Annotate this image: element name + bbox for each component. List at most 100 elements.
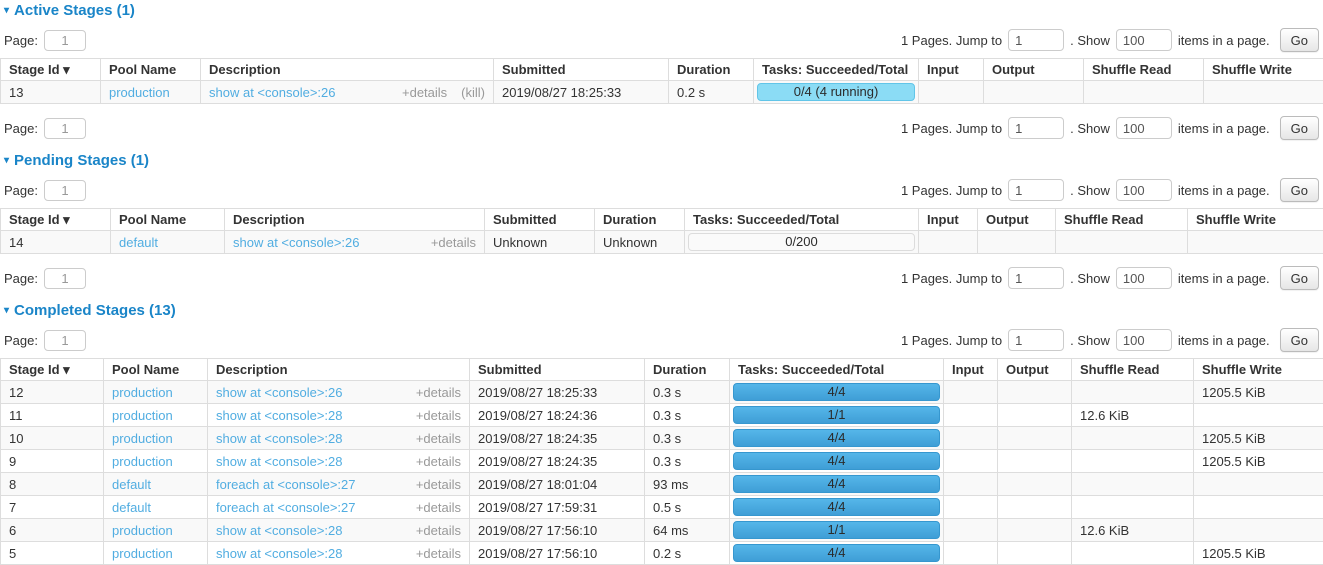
stage-description-link[interactable]: foreach at <console>:27 <box>216 476 356 493</box>
details-toggle[interactable]: +details <box>406 476 461 493</box>
show-items-input[interactable] <box>1116 329 1172 351</box>
jump-to-page-input[interactable] <box>1008 179 1064 201</box>
details-toggle[interactable]: +details <box>406 499 461 516</box>
column-header-pool-name[interactable]: Pool Name <box>101 59 201 81</box>
column-header-tasks-succeeded-total[interactable]: Tasks: Succeeded/Total <box>685 209 919 231</box>
submitted-cell: 2019/08/27 18:01:04 <box>470 473 645 496</box>
submitted-cell: 2019/08/27 18:24:36 <box>470 404 645 427</box>
details-toggle[interactable]: +details <box>421 234 476 251</box>
pool-name-link[interactable]: production <box>112 546 173 561</box>
column-header-shuffle-write[interactable]: Shuffle Write <box>1194 359 1323 381</box>
pool-name-cell: production <box>104 404 208 427</box>
show-items-input[interactable] <box>1116 117 1172 139</box>
pool-name-link[interactable]: production <box>112 523 173 538</box>
stage-description-link[interactable]: show at <console>:28 <box>216 430 342 447</box>
pool-name-link[interactable]: production <box>112 385 173 400</box>
column-header-duration[interactable]: Duration <box>645 359 730 381</box>
details-toggle[interactable]: +details <box>406 430 461 447</box>
input-cell <box>944 519 998 542</box>
column-header-pool-name[interactable]: Pool Name <box>111 209 225 231</box>
submitted-cell: 2019/08/27 18:25:33 <box>470 381 645 404</box>
column-header-shuffle-read[interactable]: Shuffle Read <box>1084 59 1204 81</box>
details-toggle[interactable]: +details <box>406 522 461 539</box>
stage-description-link[interactable]: show at <console>:28 <box>216 407 342 424</box>
page-number-input[interactable] <box>44 118 86 139</box>
pool-name-link[interactable]: production <box>112 431 173 446</box>
tasks-progress-bar: 4/4 <box>733 498 940 516</box>
column-header-submitted[interactable]: Submitted <box>494 59 669 81</box>
page-number-input[interactable] <box>44 268 86 289</box>
column-header-submitted[interactable]: Submitted <box>485 209 595 231</box>
stage-description-link[interactable]: show at <console>:28 <box>216 453 342 470</box>
column-header-input[interactable]: Input <box>919 59 984 81</box>
jump-to-page-input[interactable] <box>1008 329 1064 351</box>
column-header-input[interactable]: Input <box>919 209 978 231</box>
column-header-tasks-succeeded-total[interactable]: Tasks: Succeeded/Total <box>730 359 944 381</box>
column-header-shuffle-write[interactable]: Shuffle Write <box>1204 59 1323 81</box>
column-header-output[interactable]: Output <box>998 359 1072 381</box>
stage-description-link[interactable]: show at <console>:28 <box>216 522 342 539</box>
stage-description-link[interactable]: show at <console>:26 <box>233 234 359 251</box>
go-button[interactable]: Go <box>1280 28 1319 52</box>
column-header-submitted[interactable]: Submitted <box>470 359 645 381</box>
show-items-input[interactable] <box>1116 267 1172 289</box>
go-button[interactable]: Go <box>1280 266 1319 290</box>
page-number-input[interactable] <box>44 30 86 51</box>
stage-description-link[interactable]: show at <console>:26 <box>216 384 342 401</box>
pool-name-link[interactable]: production <box>112 454 173 469</box>
column-header-description[interactable]: Description <box>208 359 470 381</box>
pool-name-link[interactable]: default <box>112 477 151 492</box>
column-header-pool-name[interactable]: Pool Name <box>104 359 208 381</box>
go-button[interactable]: Go <box>1280 116 1319 140</box>
jump-to-page-input[interactable] <box>1008 267 1064 289</box>
active-stages-header[interactable]: ▾ Active Stages (1) <box>4 3 1323 19</box>
tasks-cell: 4/4 <box>730 450 944 473</box>
jump-to-page-input[interactable] <box>1008 29 1064 51</box>
pool-name-cell: production <box>104 381 208 404</box>
pool-name-link[interactable]: default <box>119 235 158 250</box>
column-header-shuffle-write[interactable]: Shuffle Write <box>1188 209 1323 231</box>
pending-stages-header[interactable]: ▾ Pending Stages (1) <box>4 153 1323 169</box>
description-cell: show at <console>:28 +details <box>208 519 470 542</box>
column-header-output[interactable]: Output <box>978 209 1056 231</box>
page-number-input[interactable] <box>44 180 86 201</box>
pool-name-link[interactable]: production <box>109 85 170 100</box>
shuffle-write-cell <box>1194 404 1323 427</box>
stage-row: 12productionshow at <console>:26+details… <box>1 381 1323 404</box>
details-toggle[interactable]: +details <box>406 407 461 424</box>
stage-id-cell: 7 <box>1 496 104 519</box>
stage-id-cell: 5 <box>1 542 104 565</box>
column-header-description[interactable]: Description <box>201 59 494 81</box>
items-label: items in a page. <box>1178 183 1270 198</box>
column-header-stage-id[interactable]: Stage Id ▾ <box>1 59 101 81</box>
details-toggle[interactable]: +details <box>406 453 461 470</box>
stage-description-link[interactable]: show at <console>:28 <box>216 545 342 562</box>
column-header-input[interactable]: Input <box>944 359 998 381</box>
column-header-description[interactable]: Description <box>225 209 485 231</box>
pool-name-link[interactable]: default <box>112 500 151 515</box>
show-items-input[interactable] <box>1116 179 1172 201</box>
column-header-shuffle-read[interactable]: Shuffle Read <box>1072 359 1194 381</box>
column-header-duration[interactable]: Duration <box>669 59 754 81</box>
go-button[interactable]: Go <box>1280 328 1319 352</box>
column-header-output[interactable]: Output <box>984 59 1084 81</box>
output-cell <box>998 427 1072 450</box>
page-number-input[interactable] <box>44 330 86 351</box>
show-items-input[interactable] <box>1116 29 1172 51</box>
column-header-tasks-succeeded-total[interactable]: Tasks: Succeeded/Total <box>754 59 919 81</box>
details-toggle[interactable]: +details <box>406 384 461 401</box>
column-header-stage-id[interactable]: Stage Id ▾ <box>1 209 111 231</box>
column-header-shuffle-read[interactable]: Shuffle Read <box>1056 209 1188 231</box>
stage-description-link[interactable]: show at <console>:26 <box>209 84 335 101</box>
column-header-duration[interactable]: Duration <box>595 209 685 231</box>
completed-stages-header[interactable]: ▾ Completed Stages (13) <box>4 303 1323 319</box>
column-header-stage-id[interactable]: Stage Id ▾ <box>1 359 104 381</box>
details-toggle[interactable]: +details <box>392 84 447 101</box>
details-toggle[interactable]: +details <box>406 545 461 562</box>
jump-to-page-input[interactable] <box>1008 117 1064 139</box>
stage-description-link[interactable]: foreach at <console>:27 <box>216 499 356 516</box>
shuffle-write-cell <box>1194 473 1323 496</box>
pool-name-link[interactable]: production <box>112 408 173 423</box>
kill-link[interactable]: (kill) <box>461 84 485 101</box>
go-button[interactable]: Go <box>1280 178 1319 202</box>
